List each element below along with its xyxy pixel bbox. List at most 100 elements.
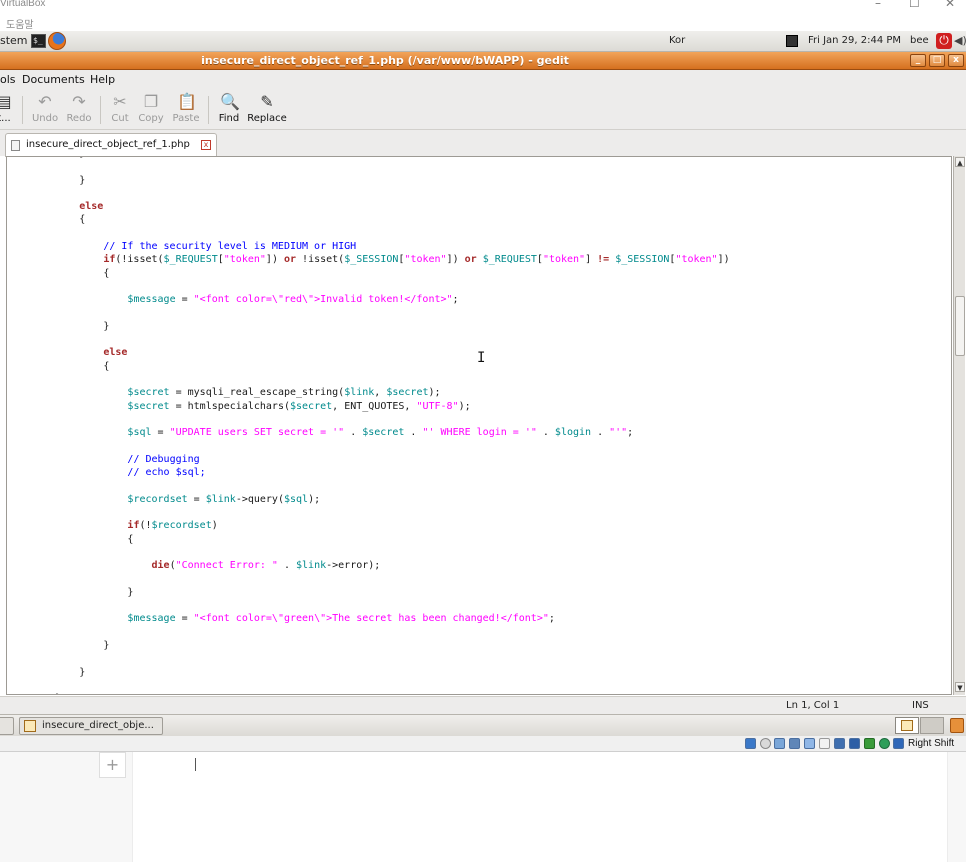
scroll-up-icon[interactable]: ▲ bbox=[955, 157, 965, 167]
vbox-minimize-button[interactable]: – bbox=[875, 0, 881, 10]
code-token: { bbox=[7, 214, 86, 226]
mouse-integration-icon[interactable] bbox=[893, 738, 904, 749]
firefox-icon[interactable] bbox=[48, 32, 66, 50]
close-tab-icon[interactable]: x bbox=[201, 140, 211, 150]
workspace-1[interactable] bbox=[895, 717, 919, 734]
code-line: { bbox=[7, 533, 730, 546]
code-line: $message = "<font color=\"green\">The se… bbox=[7, 612, 730, 625]
replace-button[interactable]: ✎ Replace bbox=[246, 93, 288, 127]
guest-additions-icon[interactable] bbox=[879, 738, 890, 749]
taskbar-item-label: insecure_direct_obje... bbox=[42, 720, 154, 731]
add-button[interactable]: + bbox=[99, 752, 126, 778]
terminal-icon[interactable]: $_ bbox=[31, 34, 46, 48]
code-line: die("Connect Error: " . $link->error); bbox=[7, 559, 730, 572]
code-token: "<font color=\"red\">Invalid token!</fon… bbox=[193, 294, 453, 306]
power-icon[interactable]: ⏻ bbox=[936, 33, 952, 49]
code-editor[interactable]: } } else { // If the security level is M… bbox=[6, 156, 952, 695]
code-token: = mysqli_real_escape_string( bbox=[169, 387, 345, 399]
shared-folders-icon[interactable] bbox=[819, 738, 830, 749]
code-line: } bbox=[7, 692, 730, 694]
code-token: "Connect Error: " bbox=[175, 560, 278, 572]
replace-label: Replace bbox=[247, 113, 287, 124]
find-button[interactable]: 🔍 Find bbox=[211, 93, 247, 127]
virtualization-icon[interactable] bbox=[864, 738, 875, 749]
vbox-close-button[interactable]: ✕ bbox=[945, 0, 955, 10]
redo-button[interactable]: ↷ Redo bbox=[61, 93, 97, 127]
code-token: die bbox=[151, 560, 170, 572]
audio-icon[interactable] bbox=[774, 738, 785, 749]
code-line: { bbox=[7, 267, 730, 280]
system-menu[interactable]: stem bbox=[0, 34, 28, 47]
code-token: "token" bbox=[542, 254, 586, 266]
menu-documents[interactable]: Documents bbox=[22, 73, 85, 86]
menu-tools[interactable]: ols bbox=[0, 73, 16, 86]
vbox-menu-help[interactable]: 도움말 bbox=[6, 16, 34, 31]
code-line: $message = "<font color=\"red\">Invalid … bbox=[7, 293, 730, 306]
taskbar-item-gedit[interactable]: insecure_direct_obje... bbox=[19, 717, 163, 735]
cut-icon: ✂ bbox=[113, 92, 127, 111]
window-close-button[interactable]: x bbox=[948, 54, 964, 67]
code-line: } bbox=[7, 666, 730, 679]
window-title: insecure_direct_object_ref_1.php (/var/w… bbox=[201, 54, 569, 67]
code-token: } bbox=[7, 157, 85, 159]
host-editor-panel[interactable] bbox=[132, 752, 948, 862]
code-token: ); bbox=[458, 400, 471, 412]
code-token: $message bbox=[127, 294, 176, 306]
code-token: // echo $sql; bbox=[127, 467, 206, 479]
keyboard-indicator[interactable]: Kor bbox=[669, 35, 685, 46]
toolbar-partial-button[interactable]: ▤ t... bbox=[0, 93, 22, 127]
code-line: } bbox=[7, 320, 730, 333]
speaker-icon[interactable]: ◀) bbox=[954, 34, 966, 47]
vbox-maximize-button[interactable]: ☐ bbox=[909, 0, 920, 10]
code-token: . bbox=[536, 427, 555, 439]
code-token: "token" bbox=[223, 254, 266, 266]
scroll-thumb[interactable] bbox=[955, 296, 965, 356]
code-token: = htmlspecialchars( bbox=[169, 400, 290, 412]
menu-help[interactable]: Help bbox=[90, 73, 115, 86]
optical-drive-icon[interactable] bbox=[760, 738, 771, 749]
scroll-down-icon[interactable]: ▼ bbox=[955, 682, 965, 692]
vertical-scrollbar[interactable]: ▲ ▼ bbox=[953, 156, 965, 695]
copy-icon: ❐ bbox=[143, 92, 159, 111]
user-menu[interactable]: bee bbox=[910, 35, 929, 46]
guest-top-panel: stem $_ Kor Fri Jan 29, 2:44 PM bee ⏻ ◀) bbox=[0, 31, 966, 52]
workspace-2[interactable] bbox=[920, 717, 944, 734]
usb-icon[interactable] bbox=[804, 738, 815, 749]
code-token: // If the security level is MEDIUM or HI… bbox=[103, 241, 357, 253]
tab-document[interactable]: insecure_direct_object_ref_1.php x bbox=[5, 133, 217, 157]
clock[interactable]: Fri Jan 29, 2:44 PM bbox=[808, 35, 901, 46]
network-icon[interactable] bbox=[786, 35, 798, 47]
copy-button[interactable]: ❐ Copy bbox=[133, 93, 169, 127]
network-adapter-icon[interactable] bbox=[789, 738, 800, 749]
window-minimize-button[interactable]: _ bbox=[910, 54, 926, 67]
code-token: } bbox=[7, 174, 86, 186]
code-token: . bbox=[277, 560, 297, 572]
code-line: } bbox=[7, 586, 730, 599]
code-token: ); bbox=[428, 387, 441, 399]
code-line: } bbox=[7, 174, 730, 187]
show-desktop-button[interactable] bbox=[0, 717, 14, 735]
code-token: ) bbox=[211, 520, 218, 532]
hard-disk-icon[interactable] bbox=[745, 738, 756, 749]
window-maximize-button[interactable]: □ bbox=[929, 54, 945, 67]
trash-icon[interactable] bbox=[950, 718, 964, 733]
toolbar: ▤ t... ↶ Undo ↷ Redo ✂ Cut ❐ Copy 📋 Past… bbox=[0, 90, 966, 130]
display-icon[interactable] bbox=[834, 738, 845, 749]
code-token: $link bbox=[296, 560, 327, 572]
video-capture-icon[interactable] bbox=[849, 738, 860, 749]
paste-button[interactable]: 📋 Paste bbox=[168, 93, 204, 127]
code-token: $link bbox=[344, 387, 375, 399]
code-line: { bbox=[7, 213, 730, 226]
code-token: $recordset bbox=[151, 520, 212, 532]
code-token: $secret bbox=[386, 387, 429, 399]
undo-button[interactable]: ↶ Undo bbox=[27, 93, 63, 127]
